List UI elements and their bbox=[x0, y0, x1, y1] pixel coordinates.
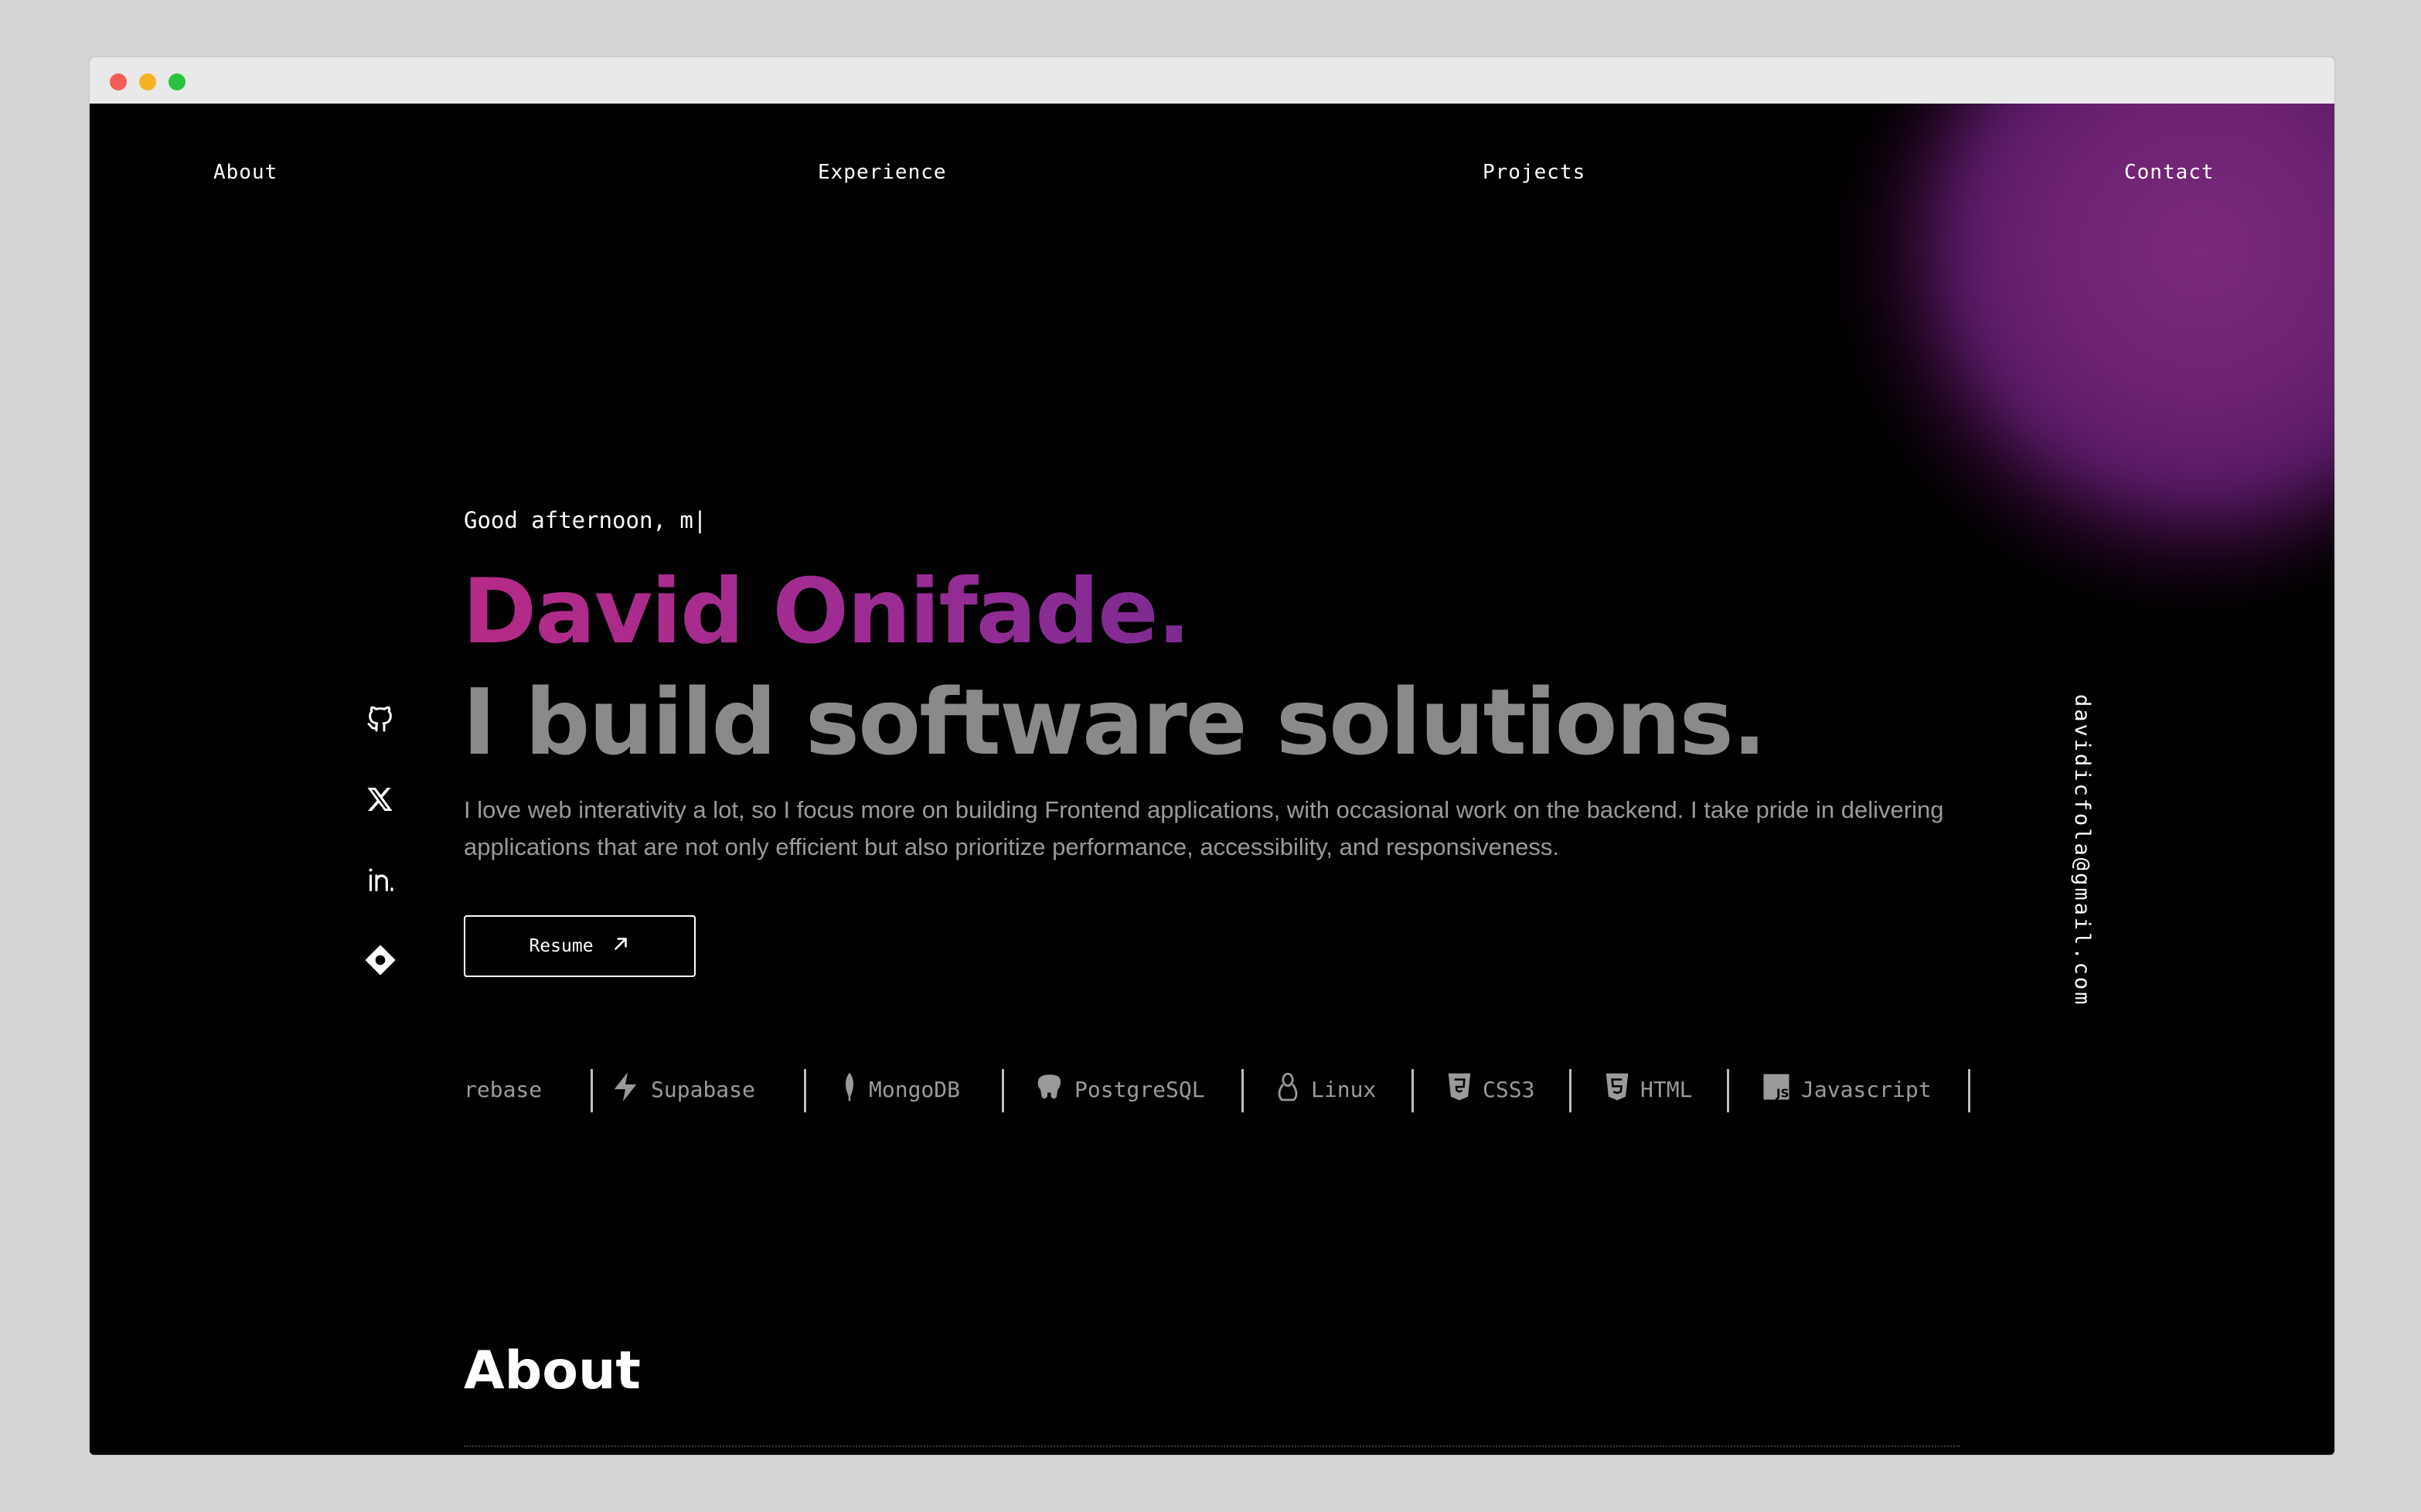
tech-label-html: HTML bbox=[1640, 1076, 1693, 1102]
tech-label-mongodb: MongoDB bbox=[869, 1076, 961, 1102]
tech-item-firebase: rebase bbox=[464, 1066, 542, 1112]
tech-item-html: HTML bbox=[1605, 1066, 1692, 1112]
x-icon[interactable] bbox=[349, 776, 411, 822]
window-titlebar bbox=[90, 57, 2334, 104]
tech-item-supabase: Supabase bbox=[611, 1066, 755, 1112]
mongodb-leaf-icon bbox=[841, 1071, 858, 1108]
minimize-window-button[interactable] bbox=[139, 73, 156, 90]
tech-separator bbox=[804, 1069, 806, 1112]
section-title-about: About bbox=[464, 1340, 641, 1401]
svg-text:JS: JS bbox=[1776, 1086, 1789, 1100]
linux-tux-icon bbox=[1275, 1071, 1300, 1108]
tech-label-supabase: Supabase bbox=[651, 1076, 755, 1102]
close-window-button[interactable] bbox=[110, 73, 127, 90]
nav-link-projects[interactable]: Projects bbox=[1483, 161, 1585, 184]
linkedin-icon[interactable] bbox=[349, 856, 411, 903]
page-viewport: About Experience Projects Contact Good a… bbox=[90, 104, 2334, 1455]
nav-link-about[interactable]: About bbox=[213, 161, 278, 184]
tech-item-javascript: JS Javascript bbox=[1762, 1066, 1932, 1112]
hero-tagline: I build software solutions. bbox=[462, 669, 1767, 775]
javascript-js-icon: JS bbox=[1762, 1073, 1790, 1106]
tech-item-postgresql: PostgreSQL bbox=[1036, 1066, 1205, 1112]
nav-link-contact[interactable]: Contact bbox=[2124, 161, 2215, 184]
hashnode-icon[interactable] bbox=[349, 937, 411, 983]
tech-label-postgresql: PostgreSQL bbox=[1074, 1076, 1205, 1102]
hero-bio: I love web interativity a lot, so I focu… bbox=[464, 796, 1944, 860]
postgresql-elephant-icon bbox=[1036, 1073, 1064, 1106]
tech-separator bbox=[1569, 1069, 1571, 1112]
tech-label-css3: CSS3 bbox=[1483, 1076, 1535, 1102]
resume-button-label: Resume bbox=[529, 936, 594, 956]
supabase-icon bbox=[611, 1071, 640, 1108]
tech-stack-marquee: rebase Supabase MongoDB PostgreSQL Linux… bbox=[464, 1066, 1971, 1112]
email-vertical-link[interactable]: davidicfola@gmail.com bbox=[2070, 694, 2094, 1006]
section-divider bbox=[464, 1446, 1960, 1447]
greeting-text: Good afternoon, m| bbox=[464, 507, 707, 533]
github-icon[interactable] bbox=[349, 696, 411, 742]
background-glow bbox=[1852, 104, 2334, 598]
tech-item-linux: Linux bbox=[1275, 1066, 1376, 1112]
browser-window: About Experience Projects Contact Good a… bbox=[90, 57, 2334, 1455]
resume-button[interactable]: Resume bbox=[464, 915, 696, 977]
tech-item-css3: CSS3 bbox=[1447, 1066, 1534, 1112]
tech-separator bbox=[1241, 1069, 1244, 1112]
tech-separator bbox=[1727, 1069, 1729, 1112]
maximize-window-button[interactable] bbox=[169, 73, 186, 90]
tech-label-linux: Linux bbox=[1311, 1076, 1377, 1102]
tech-separator bbox=[1411, 1069, 1414, 1112]
arrow-up-right-icon bbox=[611, 934, 631, 959]
css3-shield-icon bbox=[1447, 1072, 1472, 1107]
hero-name: David Onifade. bbox=[462, 558, 1191, 666]
tech-label-javascript: Javascript bbox=[1801, 1076, 1932, 1102]
tech-separator bbox=[591, 1069, 593, 1112]
tech-separator bbox=[1968, 1069, 1970, 1112]
nav-link-experience[interactable]: Experience bbox=[818, 161, 947, 184]
html5-shield-icon bbox=[1605, 1072, 1629, 1107]
tech-label-firebase: rebase bbox=[464, 1076, 543, 1102]
tech-item-mongodb: MongoDB bbox=[841, 1066, 960, 1112]
tech-separator bbox=[1002, 1069, 1004, 1112]
